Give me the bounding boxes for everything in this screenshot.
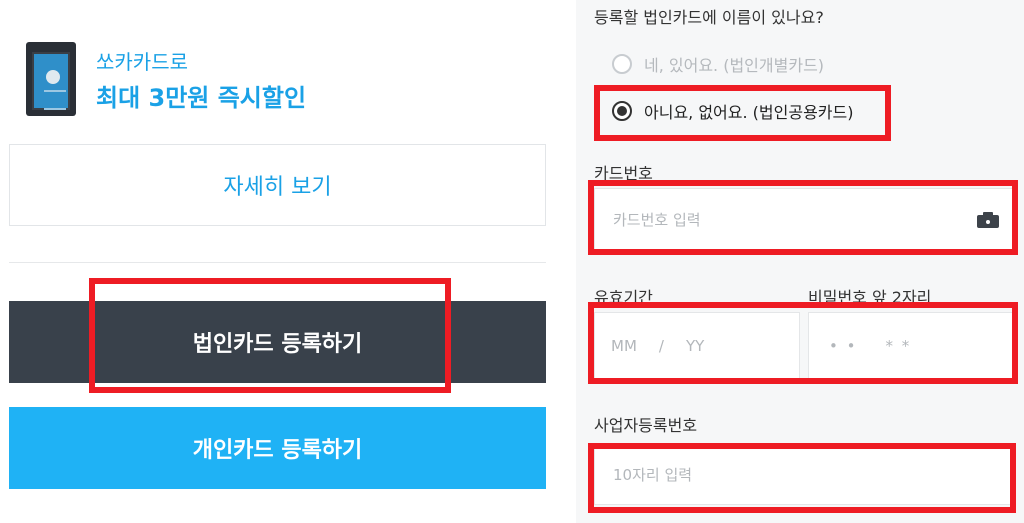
panel-gap (560, 0, 576, 523)
radio-option-named-card[interactable]: 네, 있어요. (법인개별카드) (612, 52, 824, 76)
expiry-input[interactable]: MM / YY (594, 312, 800, 380)
card-number-input[interactable]: 카드번호 입력 (594, 188, 1014, 250)
divider (9, 262, 546, 263)
left-panel: 쏘카카드로 최대 3만원 즉시할인 자세히 보기 법인카드 등록하기 개인카드 … (0, 0, 560, 523)
detail-button[interactable]: 자세히 보기 (9, 144, 546, 226)
register-corporate-card-button[interactable]: 법인카드 등록하기 (9, 301, 546, 383)
radio-checked-icon (612, 101, 632, 121)
expiry-label: 유효기간 (594, 288, 653, 307)
radio-unchecked-icon (612, 54, 632, 74)
promo-line1: 쏘카카드로 (96, 50, 188, 74)
expiry-year-placeholder: YY (685, 337, 705, 355)
radio-option-label: 아니요, 없어요. (법인공용카드) (644, 103, 854, 122)
socar-card-image (26, 42, 76, 116)
business-number-input[interactable]: 10자리 입력 (594, 443, 1014, 505)
password-dots: • • (829, 337, 858, 355)
register-personal-card-button[interactable]: 개인카드 등록하기 (9, 407, 546, 489)
password-input[interactable]: • • * * (808, 312, 1014, 380)
radio-option-shared-card[interactable]: 아니요, 없어요. (법인공용카드) (612, 99, 853, 123)
password-label: 비밀번호 앞 2자리 (808, 288, 932, 307)
expiry-month-placeholder: MM (611, 337, 637, 355)
business-number-label: 사업자등록번호 (594, 416, 698, 435)
promo-line2: 최대 3만원 즉시할인 (96, 84, 307, 112)
password-masked: * * (885, 337, 912, 355)
card-number-label: 카드번호 (594, 164, 653, 183)
radio-option-label: 네, 있어요. (법인개별카드) (644, 56, 825, 75)
business-number-placeholder: 10자리 입력 (613, 465, 693, 484)
promo-banner: 쏘카카드로 최대 3만원 즉시할인 (24, 40, 544, 120)
expiry-separator: / (658, 337, 664, 355)
card-number-placeholder: 카드번호 입력 (613, 210, 701, 229)
camera-icon[interactable] (977, 211, 999, 228)
name-question-label: 등록할 법인카드에 이름이 있나요? (594, 8, 824, 27)
right-panel: 등록할 법인카드에 이름이 있나요? 네, 있어요. (법인개별카드) 아니요,… (576, 0, 1024, 523)
